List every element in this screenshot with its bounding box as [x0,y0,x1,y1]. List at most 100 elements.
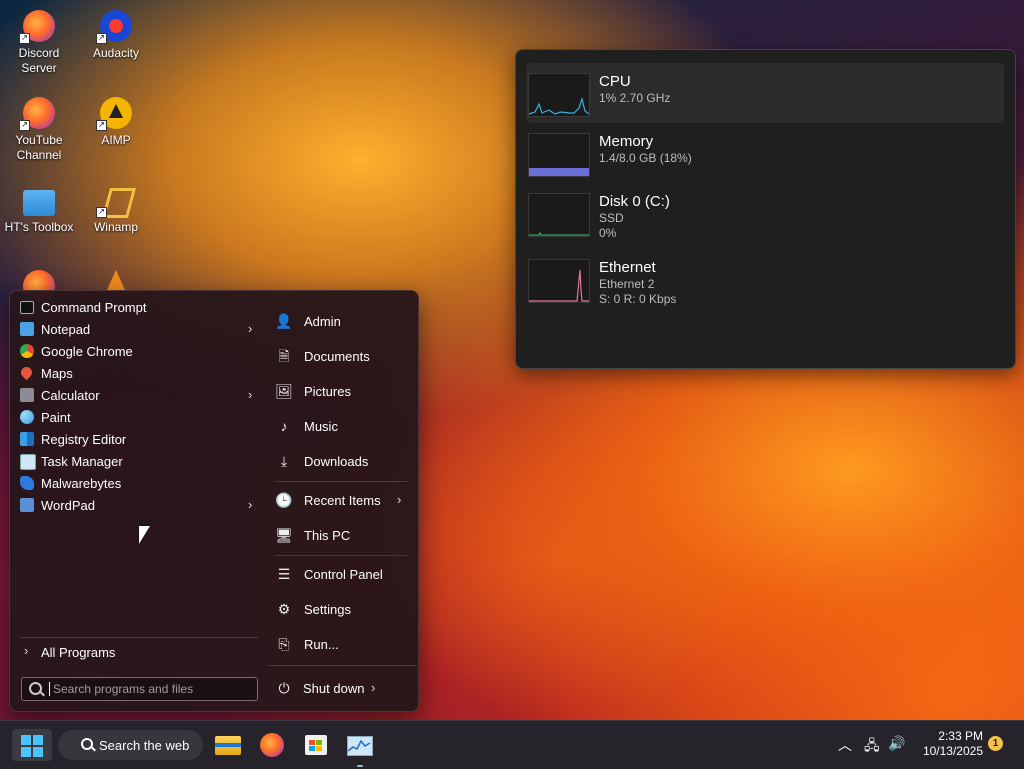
place-this-pc[interactable]: 🖥 This PC [275,522,410,548]
program-malwarebytes[interactable]: Malwarebytes [18,472,258,494]
program-registry-editor[interactable]: Registry Editor [18,428,258,450]
place-run[interactable]: ⎘ Run... [275,631,410,657]
start-menu: Command Prompt Notepad › Google Chrome M… [9,290,419,712]
place-control-panel[interactable]: ☰ Control Panel [275,561,410,587]
volume-icon[interactable]: 🔊 [888,735,905,752]
place-label: Control Panel [304,567,383,582]
microsoft-store-icon[interactable] [300,729,332,761]
file-explorer-icon[interactable] [212,729,244,761]
perf-item-disk[interactable]: Disk 0 (C:) SSD 0% [526,183,1004,243]
place-label: Pictures [304,384,351,399]
notification-badge[interactable]: 1 [988,736,1003,751]
program-google-chrome[interactable]: Google Chrome [18,340,258,362]
program-paint[interactable]: Paint [18,406,258,428]
divider [275,481,407,482]
chevron-right-icon: › [371,680,376,695]
clock-date: 10/13/2025 [922,744,983,758]
clock[interactable]: 2:33 PM 10/13/2025 [915,729,983,759]
start-search-box[interactable] [21,677,258,701]
program-label: Calculator [41,388,100,403]
program-label: WordPad [41,498,95,513]
place-documents[interactable]: 🗎 Documents [275,343,410,369]
program-calculator[interactable]: Calculator › [18,384,258,406]
performance-panel: CPU 1% 2.70 GHz Memory 1.4/8.0 GB (18%) … [515,49,1016,369]
taskbar-search-button[interactable]: Search the web [58,730,203,760]
notepad-icon [20,322,34,336]
perf-item-ethernet[interactable]: Ethernet Ethernet 2 S: 0 R: 0 Kbps [526,249,1004,309]
chevron-up-icon[interactable]: ︿ [838,735,852,755]
perf-name: CPU [599,73,631,90]
place-downloads[interactable]: ⤓ Downloads [275,448,410,474]
chevron-right-icon: › [248,321,253,336]
place-recent-items[interactable]: 🕒 Recent Items › [275,487,410,513]
place-label: Recent Items [304,493,381,508]
divider [275,555,407,556]
desktop-icon-hts-toolbox[interactable]: HT's Toolbox [3,184,75,235]
audacity-icon: ↗ [96,10,132,44]
program-label: Task Manager [41,454,123,469]
wordpad-icon [20,498,34,512]
program-label: Google Chrome [41,344,133,359]
program-command-prompt[interactable]: Command Prompt [18,296,258,318]
text-caret [49,682,50,696]
control-panel-icon: ☰ [277,566,291,582]
perf-name: Ethernet [599,259,656,276]
desktop-icon-winamp[interactable]: ↗ Winamp [80,184,152,235]
perf-detail: SSD [599,211,624,225]
program-label: Command Prompt [41,300,147,315]
winamp-icon: ↗ [96,184,132,218]
desktop-icon-audacity[interactable]: ↗ Audacity [80,10,152,61]
mouse-cursor [139,526,150,544]
desktop-icon-youtube-channel[interactable]: ↗ YouTube Channel [3,97,75,163]
disk-graph [528,193,590,237]
network-icon[interactable]: 🖧 [864,735,880,759]
chrome-icon [20,344,34,358]
perf-item-memory[interactable]: Memory 1.4/8.0 GB (18%) [526,123,1004,183]
place-settings[interactable]: ⚙ Settings [275,596,410,622]
divider [20,637,258,638]
desktop-icon-label: YouTube Channel [15,133,63,162]
perf-detail: 1% 2.70 GHz [599,91,671,105]
desktop-icon-aimp[interactable]: ↗ AIMP [80,97,152,148]
perf-detail: 0% [599,226,617,240]
aimp-icon: ↗ [96,97,132,131]
place-admin[interactable]: 👤 Admin [275,308,410,334]
program-wordpad[interactable]: WordPad › [18,494,258,516]
start-search-input[interactable] [53,680,248,697]
program-task-manager[interactable]: Task Manager [18,450,258,472]
command-prompt-icon [20,301,34,314]
place-pictures[interactable]: 🖼 Pictures [275,378,410,404]
maps-icon [18,364,35,381]
all-programs-button[interactable]: › All Programs [18,641,258,663]
perf-detail: S: 0 R: 0 Kbps [599,292,677,306]
perf-name: Memory [599,133,654,150]
calculator-icon [20,388,34,402]
place-label: Settings [304,602,351,617]
task-manager-icon[interactable] [344,729,376,767]
program-label: Maps [41,366,73,381]
desktop-icon-label: Winamp [93,220,138,234]
desktop-icon-discord-server[interactable]: ↗ Discord Server [3,10,75,76]
program-label: Notepad [41,322,91,337]
pictures-icon: 🖼 [275,383,293,399]
perf-detail: 1.4/8.0 GB (18%) [599,151,692,165]
program-maps[interactable]: Maps [18,362,258,384]
shutdown-button[interactable]: ⏻ Shut down › [275,675,410,701]
perf-item-cpu[interactable]: CPU 1% 2.70 GHz [526,63,1004,123]
start-button[interactable] [12,729,52,761]
search-icon [81,738,93,750]
cpu-graph [528,73,590,117]
firefox-icon: ↗ [19,97,55,131]
taskbar-search-label: Search the web [99,738,190,753]
place-label: This PC [304,528,351,543]
program-notepad[interactable]: Notepad › [18,318,258,340]
gear-icon: ⚙ [277,601,291,617]
search-icon [29,682,42,695]
registry-editor-icon [20,432,34,446]
place-label: Admin [304,314,341,329]
user-icon: 👤 [275,313,293,329]
vlc-icon [106,270,126,292]
place-music[interactable]: ♪ Music [275,413,410,439]
memory-graph [528,133,590,177]
firefox-icon[interactable] [256,729,288,761]
